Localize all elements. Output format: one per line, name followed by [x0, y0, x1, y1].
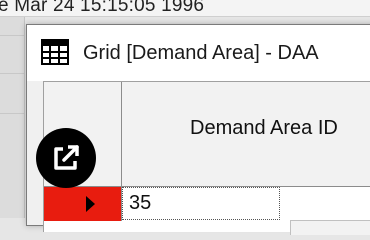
current-row-arrow-icon [86, 196, 95, 212]
grid-cell-empty[interactable] [290, 220, 370, 235]
background-row-line [0, 113, 24, 114]
background-timestamp: e Mar 24 15:15:05 1996 [0, 0, 205, 16]
grid-table-icon [41, 39, 69, 65]
background-row-line [0, 35, 24, 36]
title-bar[interactable]: Grid [Demand Area] - DAA [27, 25, 370, 81]
external-link-icon[interactable] [36, 128, 96, 188]
column-header-demand-area-id[interactable]: Demand Area ID [122, 82, 370, 187]
row-selector[interactable] [44, 187, 122, 221]
grid-window[interactable]: Grid [Demand Area] - DAA Demand Area ID … [26, 24, 370, 235]
window-title: Grid [Demand Area] - DAA [83, 42, 319, 64]
background-window-header: e Mar 24 15:15:05 1996 [0, 0, 370, 17]
background-window-rows [0, 17, 25, 218]
grid-cell-demand-area-id[interactable]: 35 [122, 187, 280, 220]
background-row-line [0, 73, 24, 74]
column-header-label: Demand Area ID [190, 117, 338, 139]
